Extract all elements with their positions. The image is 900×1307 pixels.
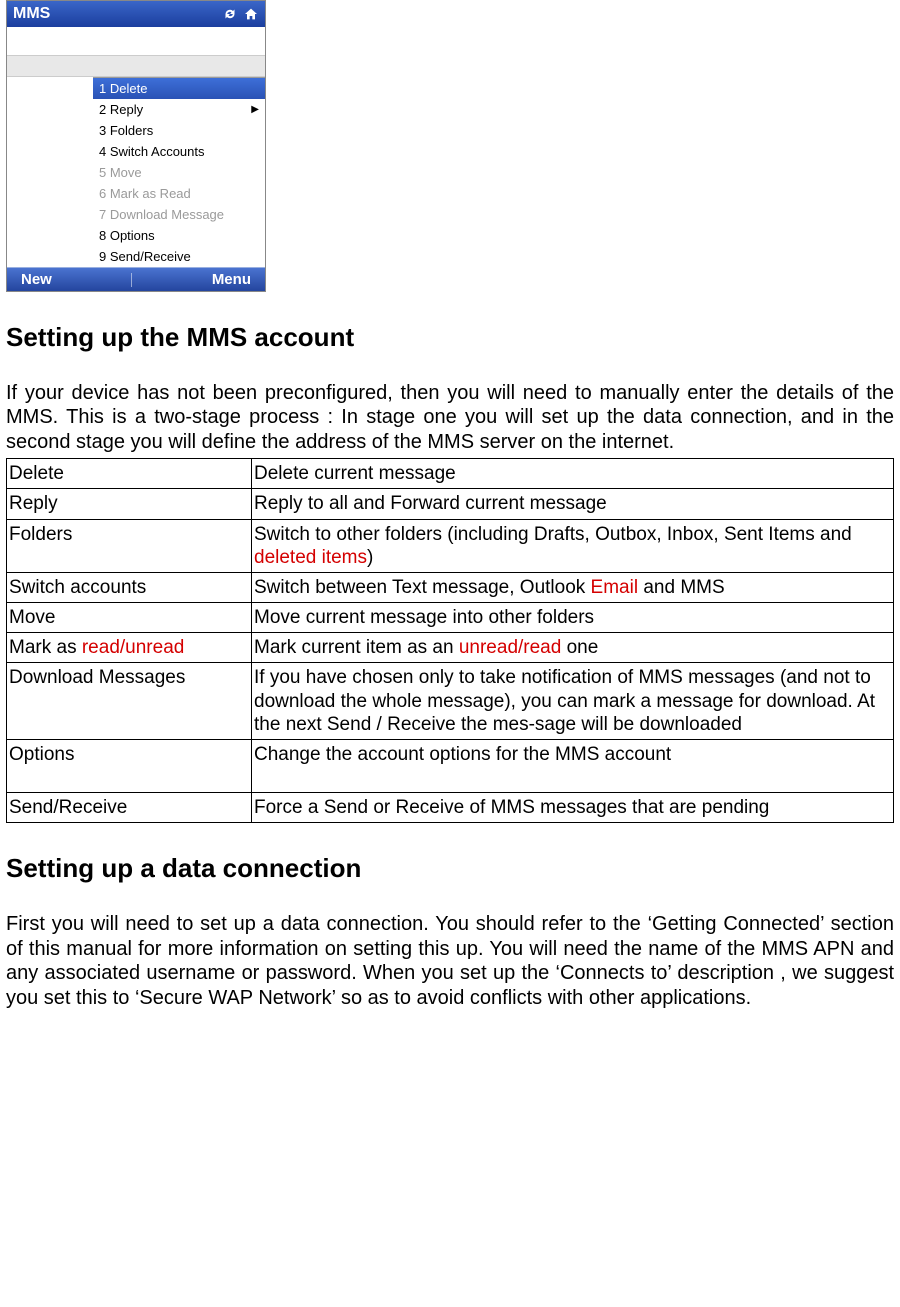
table-row: OptionsChange the account options for th…	[7, 739, 894, 792]
highlighted-text: read/unread	[82, 637, 184, 658]
phone-menu-item[interactable]: 5 Move	[93, 162, 265, 183]
softkey-right[interactable]: Menu	[212, 271, 251, 288]
phone-menu-item[interactable]: 3 Folders	[93, 120, 265, 141]
table-row: Download MessagesIf you have chosen only…	[7, 663, 894, 740]
phone-menu-item[interactable]: 4 Switch Accounts	[93, 141, 265, 162]
phone-menu-item[interactable]: 6 Mark as Read	[93, 183, 265, 204]
phone-status-icons	[221, 7, 259, 21]
table-row: DeleteDelete current message	[7, 459, 894, 489]
table-cell-name: Mark as read/unread	[7, 633, 252, 663]
phone-menu-item-label: 5 Move	[99, 165, 142, 180]
phone-status-title: MMS	[13, 5, 50, 23]
table-row: FoldersSwitch to other folders (includin…	[7, 519, 894, 572]
table-cell-name: Reply	[7, 489, 252, 519]
table-cell-description: Change the account options for the MMS a…	[252, 739, 894, 792]
table-cell-name: Send/Receive	[7, 793, 252, 823]
phone-menu-item-label: 6 Mark as Read	[99, 186, 191, 201]
menu-description-table: DeleteDelete current messageReplyReply t…	[6, 458, 894, 823]
softkey-left[interactable]: New	[21, 271, 52, 288]
table-cell-name: Switch accounts	[7, 572, 252, 602]
highlighted-text: Email	[591, 577, 639, 598]
table-cell-description: Move current message into other folders	[252, 603, 894, 633]
phone-menu-item-label: 7 Download Message	[99, 207, 224, 222]
phone-menu-item-label: 2 Reply	[99, 102, 143, 117]
phone-menu-item-label: 1 Delete	[99, 81, 147, 96]
phone-menu-item-label: 8 Options	[99, 228, 155, 243]
phone-toolbar	[7, 55, 265, 77]
table-row: Switch accountsSwitch between Text messa…	[7, 572, 894, 602]
table-cell-description: Switch between Text message, Outlook Ema…	[252, 572, 894, 602]
softkey-separator	[131, 273, 132, 287]
table-cell-name: Delete	[7, 459, 252, 489]
phone-message-body	[7, 27, 265, 55]
table-cell-description: If you have chosen only to take notifica…	[252, 663, 894, 740]
phone-menu-item-label: 9 Send/Receive	[99, 249, 191, 264]
highlighted-text: deleted items	[254, 547, 367, 568]
phone-menu-item[interactable]: 7 Download Message	[93, 204, 265, 225]
table-row: Mark as read/unreadMark current item as …	[7, 633, 894, 663]
phone-menu-item-label: 4 Switch Accounts	[99, 144, 205, 159]
phone-status-bar: MMS	[7, 1, 265, 27]
table-row: MoveMove current message into other fold…	[7, 603, 894, 633]
highlighted-text: unread/read	[459, 637, 561, 658]
section-heading-data-connection: Setting up a data connection	[6, 853, 894, 884]
table-cell-description: Mark current item as an unread/read one	[252, 633, 894, 663]
table-body: DeleteDelete current messageReplyReply t…	[7, 459, 894, 823]
phone-menu-item[interactable]: 1 Delete	[93, 78, 265, 99]
table-cell-description: Reply to all and Forward current message	[252, 489, 894, 519]
table-cell-description: Force a Send or Receive of MMS messages …	[252, 793, 894, 823]
phone-menu-item[interactable]: 9 Send/Receive	[93, 246, 265, 267]
phone-context-menu: 1 Delete 2 Reply ▶ 3 Folders 4 Switch Accoun…	[93, 77, 265, 267]
table-cell-description: Switch to other folders (including Draft…	[252, 519, 894, 572]
phone-softkey-bar: New Menu	[7, 267, 265, 291]
table-row: Send/ReceiveForce a Send or Receive of M…	[7, 793, 894, 823]
home-icon	[243, 7, 259, 21]
section1-paragraph: If your device has not been preconfigure…	[6, 381, 894, 454]
table-cell-name: Download Messages	[7, 663, 252, 740]
phone-menu-item-label: 3 Folders	[99, 123, 153, 138]
submenu-arrow-icon: ▶	[251, 104, 259, 115]
phone-menu-item[interactable]: 2 Reply ▶	[93, 99, 265, 120]
phone-screenshot: MMS 1 Delete 2 Reply ▶ 3 Folders 4 Switch Ac…	[6, 0, 266, 292]
table-cell-name: Folders	[7, 519, 252, 572]
phone-menu-item[interactable]: 8 Options	[93, 225, 265, 246]
table-cell-name: Options	[7, 739, 252, 792]
table-cell-name: Move	[7, 603, 252, 633]
table-cell-description: Delete current message	[252, 459, 894, 489]
table-row: ReplyReply to all and Forward current me…	[7, 489, 894, 519]
section2-paragraph: First you will need to set up a data con…	[6, 912, 894, 1010]
sync-icon	[221, 7, 239, 21]
section-heading-mms-account: Setting up the MMS account	[6, 322, 894, 353]
